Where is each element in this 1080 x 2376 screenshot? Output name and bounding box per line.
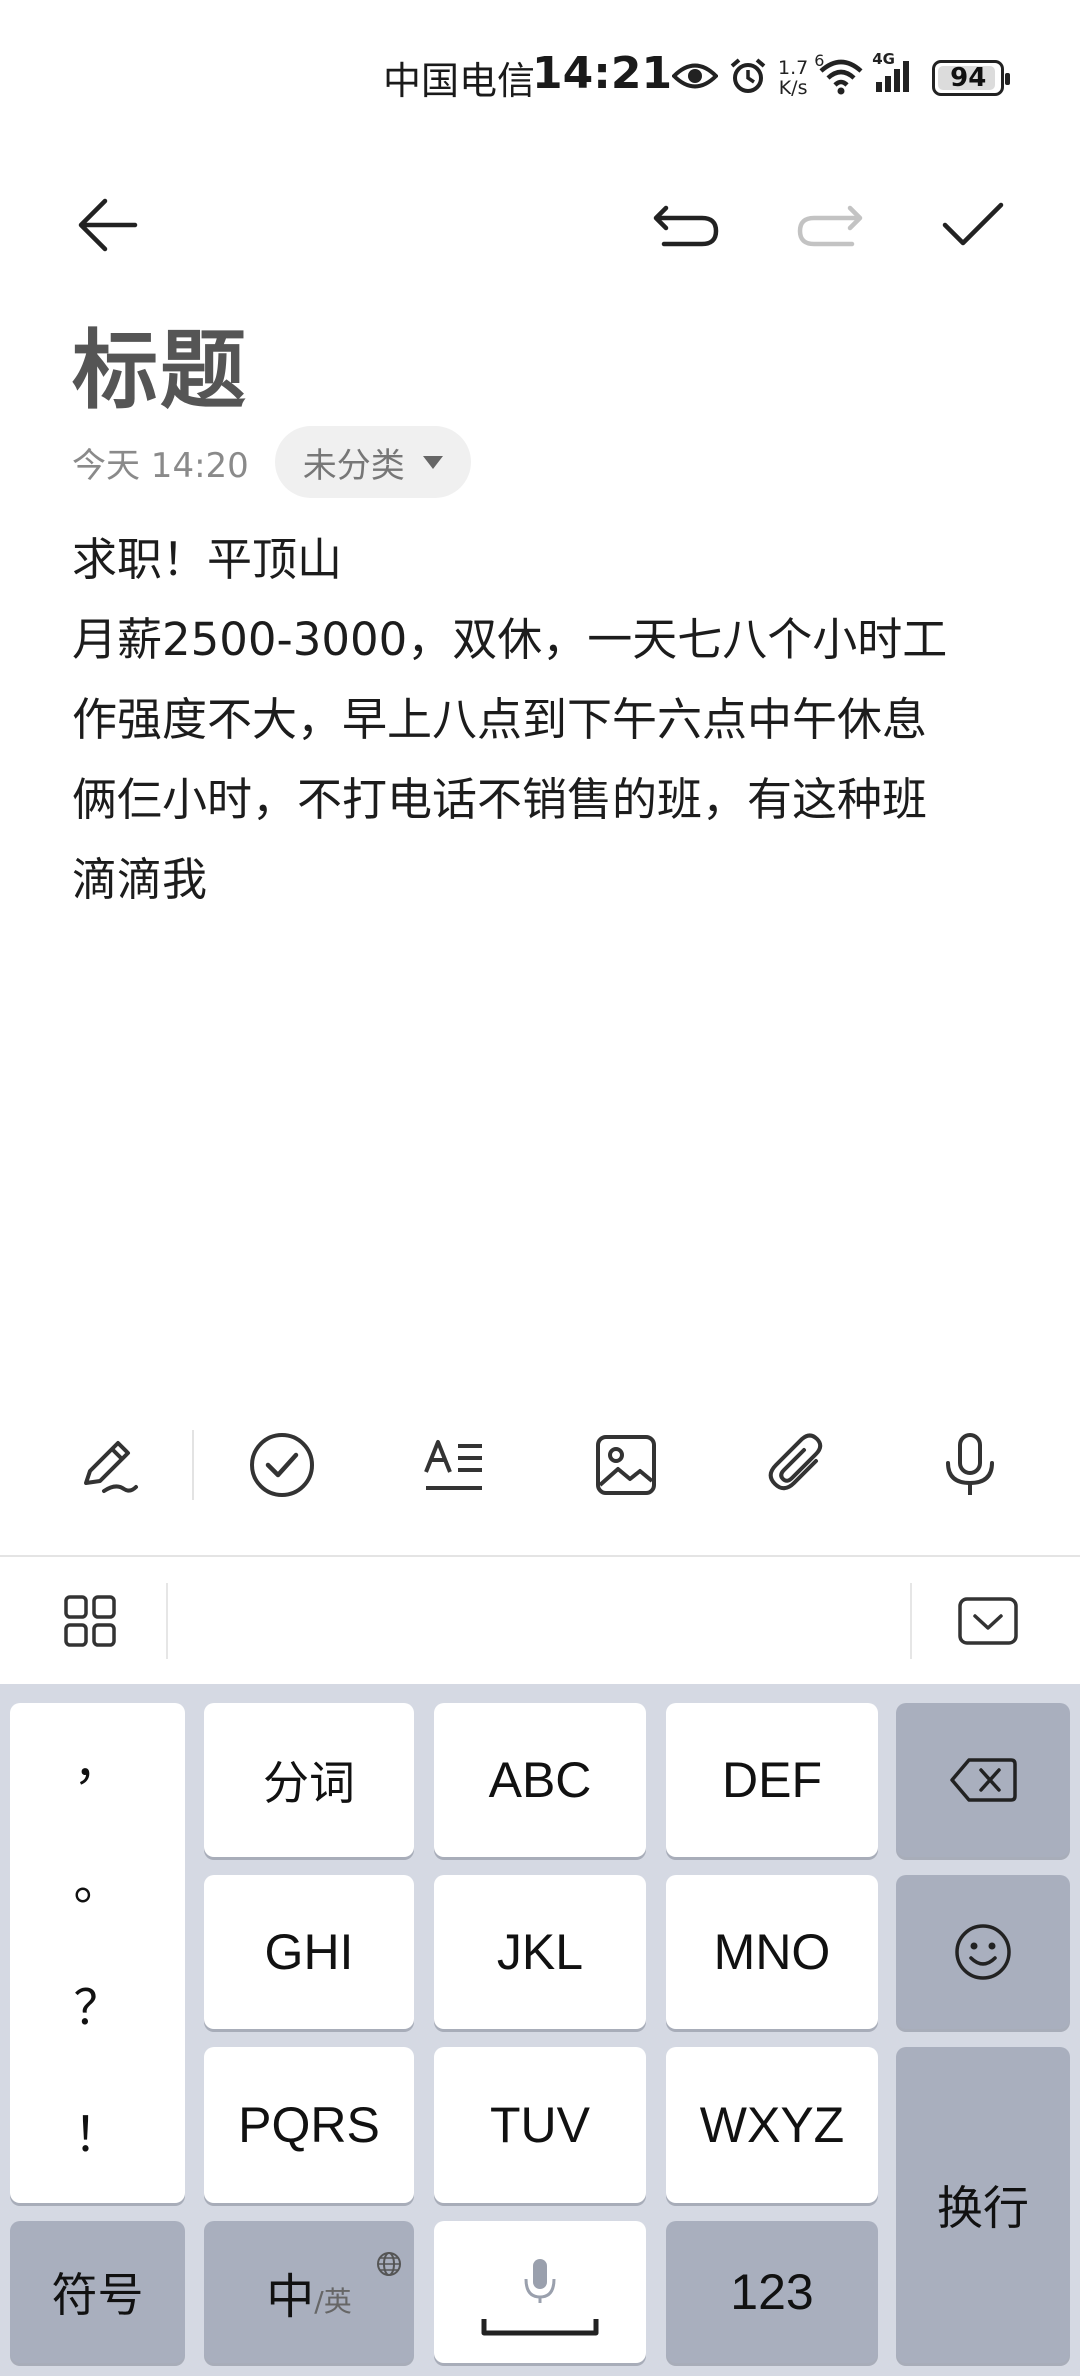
cellular-signal-icon: 4G	[872, 50, 914, 98]
battery-percent: 94	[950, 63, 987, 93]
save-button[interactable]	[928, 180, 1018, 270]
wifi-icon: 6	[814, 51, 864, 99]
status-bar: 中国电信 14:21 1.7 K/s 6 4G 94	[0, 0, 1080, 150]
clock: 14:21	[532, 48, 673, 99]
ime-divider-right	[910, 1583, 912, 1659]
numbers-key[interactable]: 123	[666, 2221, 878, 2363]
wifi-badge: 6	[814, 51, 825, 70]
key-exclamation[interactable]: ！	[10, 2095, 185, 2165]
back-button[interactable]	[62, 180, 152, 270]
category-label: 未分类	[302, 445, 405, 486]
checkmark-icon	[942, 202, 1004, 246]
network-speed-unit: K/s	[778, 77, 808, 99]
voice-input-button[interactable]	[920, 1415, 1020, 1515]
note-date: 今天 14:20	[72, 445, 249, 486]
dropdown-triangle-icon	[422, 455, 443, 469]
key-mno[interactable]: MNO	[666, 1875, 878, 2029]
key-period[interactable]: 。	[10, 1843, 185, 1913]
attachment-button[interactable]	[748, 1415, 848, 1515]
key-abc[interactable]: ABC	[434, 1703, 646, 1857]
language-sub-label: /英	[314, 2285, 352, 2318]
key-tuv[interactable]: TUV	[434, 2047, 646, 2203]
format-bar-divider	[192, 1430, 194, 1500]
eye-icon	[671, 59, 719, 97]
note-toolbar	[0, 180, 1080, 270]
key-question[interactable]: ？	[10, 1968, 185, 2038]
emoji-key[interactable]	[896, 1875, 1070, 2029]
microphone-icon	[946, 1433, 994, 1495]
space-key[interactable]	[434, 2221, 646, 2363]
enter-key[interactable]: 换行	[896, 2047, 1070, 2363]
checklist-button[interactable]	[232, 1415, 332, 1515]
key-pqrs[interactable]: PQRS	[204, 2047, 414, 2203]
note-line: 求职！平顶山	[72, 533, 343, 586]
carrier-name: 中国电信	[383, 59, 536, 103]
handwriting-button[interactable]	[58, 1415, 158, 1515]
ime-menu-button[interactable]	[40, 1571, 140, 1671]
alarm-icon	[728, 56, 768, 100]
image-icon	[596, 1435, 656, 1495]
note-line: 滴滴我	[72, 853, 208, 906]
network-speed: 1.7 K/s	[778, 58, 808, 98]
emoji-icon	[955, 1924, 1011, 1980]
key-jkl[interactable]: JKL	[434, 1875, 646, 2029]
key-segment[interactable]: 分词	[204, 1703, 414, 1857]
status-icons: 1.7 K/s 6 4G 94	[671, 50, 1011, 100]
symbols-key[interactable]: 符号	[10, 2221, 185, 2363]
undo-icon	[653, 205, 719, 247]
undo-button[interactable]	[642, 180, 732, 270]
network-speed-value: 1.7	[778, 57, 809, 79]
language-switch-key[interactable]: 中 /英	[204, 2221, 414, 2363]
globe-icon	[376, 2231, 402, 2289]
note-body[interactable]: 求职！平顶山 月薪2500-3000，双休，一天七八个小时工 作强度不大，早上八…	[72, 520, 1012, 920]
note-meta: 今天 14:20 未分类	[72, 426, 471, 498]
grid-menu-icon	[64, 1595, 116, 1647]
redo-icon	[797, 205, 863, 247]
note-line: 月薪2500-3000，双休，一天七八个小时工	[72, 613, 948, 666]
insert-image-button[interactable]	[576, 1415, 676, 1515]
handwriting-pen-icon	[84, 1441, 138, 1493]
text-format-icon	[424, 1440, 482, 1490]
hide-keyboard-button[interactable]	[938, 1571, 1038, 1671]
key-wxyz[interactable]: WXYZ	[666, 2047, 878, 2203]
cell-badge: 4G	[872, 50, 895, 68]
key-def[interactable]: DEF	[666, 1703, 878, 1857]
key-comma[interactable]: ，	[10, 1723, 185, 1793]
redo-button[interactable]	[784, 180, 874, 270]
note-title[interactable]: 标题	[72, 300, 248, 425]
checklist-icon	[250, 1433, 314, 1497]
hide-keyboard-icon	[958, 1597, 1018, 1645]
attachment-icon	[768, 1433, 823, 1491]
battery-icon: 94	[932, 60, 1011, 96]
language-main-label: 中	[266, 2269, 315, 2325]
key-ghi[interactable]: GHI	[204, 1875, 414, 2029]
category-dropdown[interactable]: 未分类	[274, 426, 471, 498]
punctuation-column: ， 。 ？ ！	[10, 1703, 185, 2203]
ime-toolbar	[0, 1557, 1080, 1684]
space-mic-icon	[481, 2259, 599, 2336]
backspace-icon	[950, 1758, 1017, 1802]
keyboard: ， 。 ？ ！ 分词 ABC DEF GHI JKL MNO PQRS TUV …	[0, 1684, 1080, 2376]
note-line: 俩仨小时，不打电话不销售的班，有这种班	[72, 773, 928, 826]
text-format-button[interactable]	[404, 1415, 504, 1515]
backspace-key[interactable]	[896, 1703, 1070, 1857]
note-line: 作强度不大，早上八点到下午六点中午休息	[72, 693, 928, 746]
format-bar	[0, 1410, 1080, 1520]
ime-divider-left	[166, 1583, 168, 1659]
back-arrow-icon	[78, 198, 138, 252]
